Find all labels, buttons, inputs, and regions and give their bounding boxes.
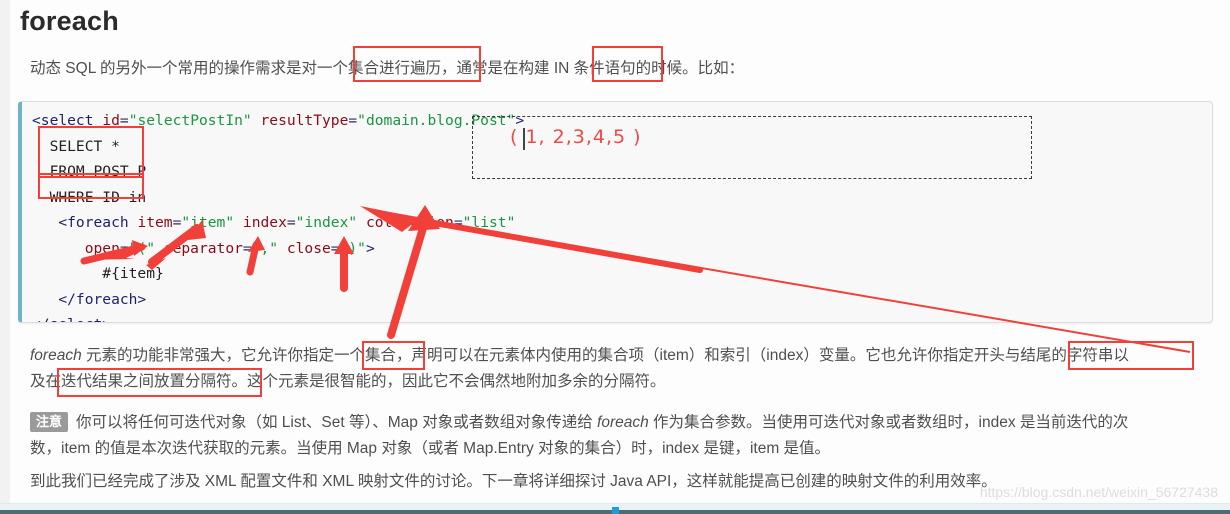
left-gutter bbox=[0, 0, 10, 513]
page-root: foreach 动态 SQL 的另外一个常用的操作需求是对一个集合进行遍历，通常… bbox=[0, 0, 1230, 514]
horizontal-scrollbar[interactable] bbox=[0, 503, 1230, 514]
note-line-2: 数，item 的值是本次迭代获取的元素。当使用 Map 对象（或者 Map.En… bbox=[30, 440, 831, 457]
paragraph-3: 到此我们已经完成了涉及 XML 配置文件和 XML 映射文件的讨论。下一章将详细… bbox=[30, 473, 997, 490]
note-line-1-a: 你可以将任何可迭代对象（如 List、Set 等）、Map 对象或者数组对象传递… bbox=[76, 414, 598, 431]
paragraph-1-emphasis: foreach bbox=[30, 347, 82, 364]
page-title: foreach bbox=[20, 6, 119, 36]
lead-paragraph: 动态 SQL 的另外一个常用的操作需求是对一个集合进行遍历，通常是在构建 IN … bbox=[30, 60, 745, 77]
text-caret bbox=[523, 128, 525, 150]
note-line-1-emphasis: foreach bbox=[597, 414, 649, 431]
note-line-1: 你可以将任何可迭代对象（如 List、Set 等）、Map 对象或者数组对象传递… bbox=[76, 410, 1128, 436]
paragraph-1-rest: 元素的功能非常强大，它允许你指定一个集合，声明可以在元素体内使用的集合项（ite… bbox=[81, 347, 1129, 364]
paragraph-1-line-2: 及在迭代结果之间放置分隔符。这个元素是很智能的，因此它不会偶然地附加多余的分隔符… bbox=[30, 373, 666, 390]
note-badge: 注意 bbox=[30, 412, 69, 432]
watermark: https://blog.csdn.net/weixin_56727438 bbox=[979, 484, 1218, 500]
sample-output-text: ( 1, 2,3,4,5 ) bbox=[510, 126, 642, 148]
note-line-1-b: 作为集合参数。当使用可迭代对象或者数组时，index 是当前迭代的次 bbox=[648, 414, 1129, 431]
code-text: <select id="selectPostIn" resultType="do… bbox=[32, 112, 525, 322]
paragraph-1-line-1: foreach 元素的功能非常强大，它允许你指定一个集合，声明可以在元素体内使用… bbox=[30, 343, 1129, 369]
